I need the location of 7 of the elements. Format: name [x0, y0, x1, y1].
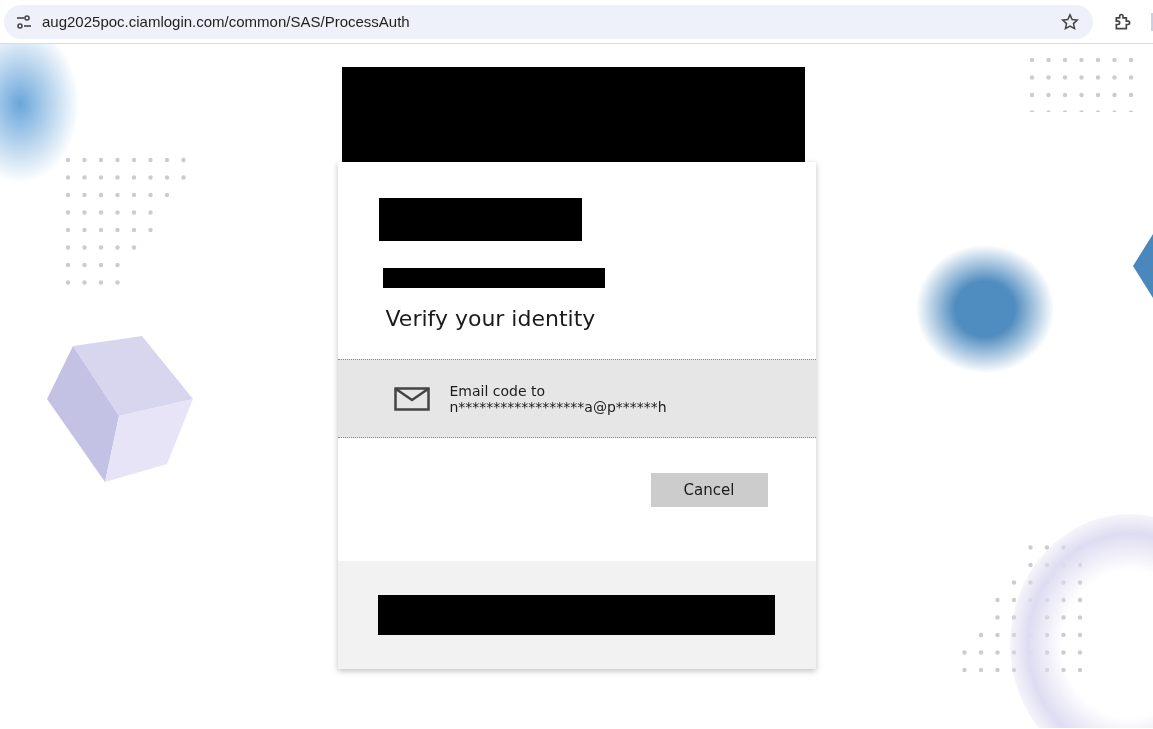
masked-email: n******************a@p******h: [449, 398, 667, 415]
url-text[interactable]: aug2025poc.ciamlogin.com/common/SAS/ProcessAuth: [42, 13, 1051, 30]
address-bar[interactable]: aug2025poc.ciamlogin.com/common/SAS/ProcessAuth: [4, 4, 1093, 39]
page-title: Verify your identity: [385, 306, 597, 331]
cancel-button[interactable]: Cancel: [650, 473, 768, 507]
option-label: Email code to: [449, 382, 547, 399]
verification-option[interactable]: Email code to n******************a@p******h: [337, 359, 816, 438]
